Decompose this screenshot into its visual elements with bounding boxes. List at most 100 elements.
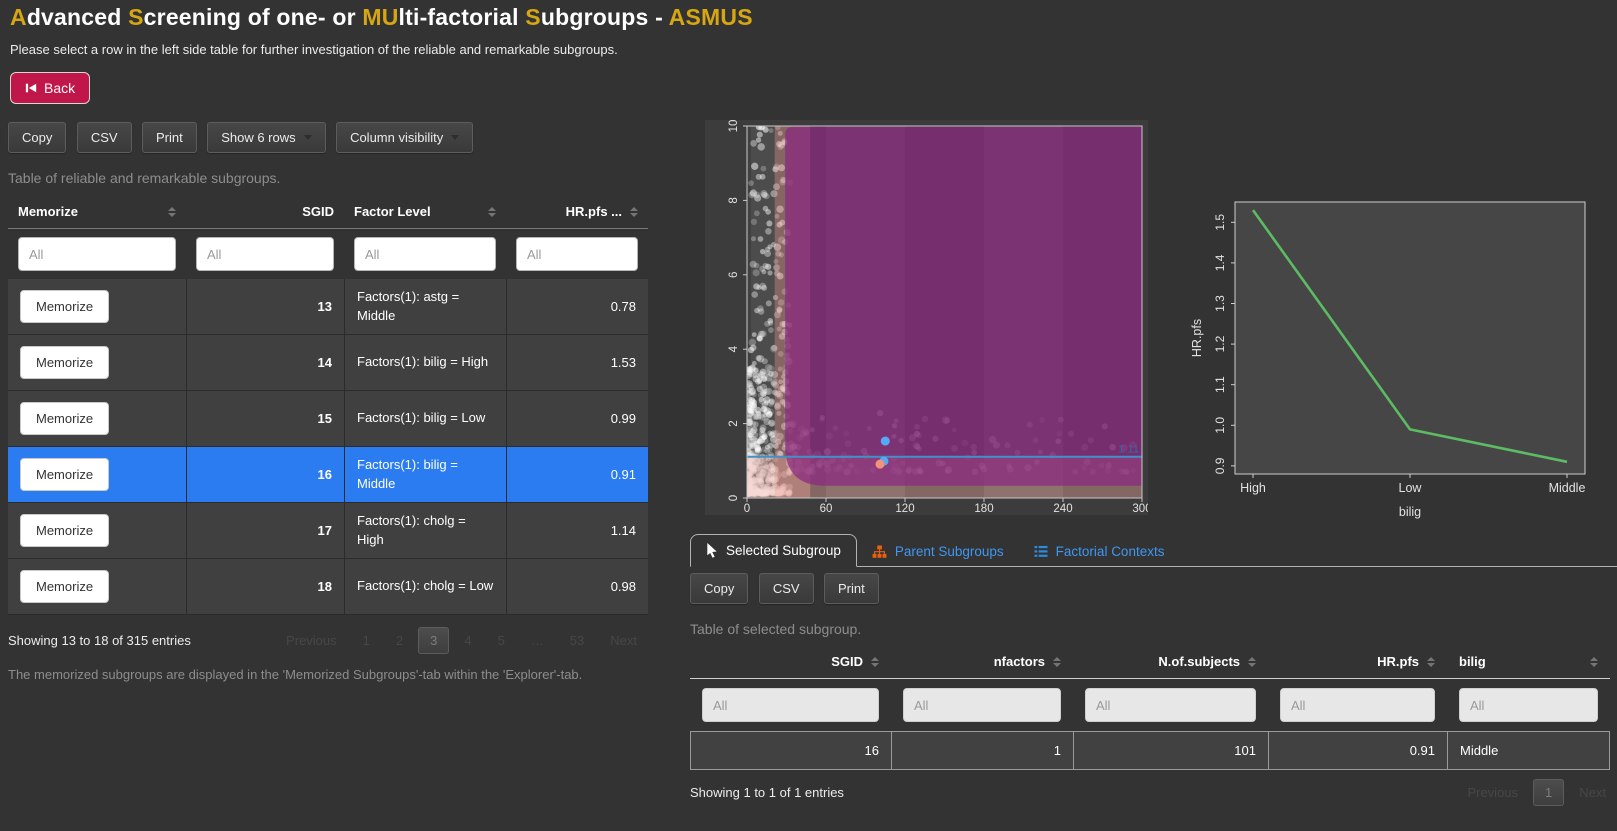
page-button[interactable]: Previous	[1456, 780, 1529, 805]
tab-selected-subgroup[interactable]: Selected Subgroup	[690, 534, 857, 567]
cursor-icon	[706, 543, 718, 558]
page-button[interactable]: 53	[559, 628, 595, 653]
svg-text:High: High	[1240, 481, 1266, 495]
back-button[interactable]: Back	[10, 72, 90, 104]
subgroup-table-panel: Copy CSV Print Show 6 rows Column visibi…	[8, 122, 648, 682]
page-button[interactable]: 2	[385, 628, 414, 653]
memorize-cell: Memorize	[8, 335, 186, 390]
column-header-bilig[interactable]: bilig	[1447, 645, 1610, 678]
table-footer: Showing 1 to 1 of 1 entries Previous1Nex…	[690, 779, 1617, 806]
title-segment: A	[10, 4, 27, 30]
column-header-memorize[interactable]: Memorize	[8, 195, 186, 228]
svg-text:1.5: 1.5	[1213, 214, 1227, 231]
scatter-plot-svg: 1.110601201802403000246810	[705, 120, 1148, 515]
table-row[interactable]: Memorize16Factors(1): bilig = Middle0.91	[8, 447, 648, 503]
subgroup-table: Memorize SGID Factor Level HR.pfs ... Me…	[8, 195, 648, 615]
show-rows-dropdown[interactable]: Show 6 rows	[207, 122, 325, 153]
selected-subgroup-table: SGID nfactors N.of.subjects HR.pfs bilig…	[690, 645, 1610, 770]
page-button[interactable]: 4	[453, 628, 482, 653]
title-segment: lti-factorial	[399, 4, 526, 30]
filter-hr-pfs-input[interactable]	[1280, 688, 1435, 722]
svg-text:HR.pfs: HR.pfs	[1190, 319, 1204, 357]
table-header-row: SGID nfactors N.of.subjects HR.pfs bilig	[690, 645, 1610, 679]
filter-sgid-input[interactable]	[702, 688, 879, 722]
svg-text:1.2: 1.2	[1213, 335, 1227, 352]
svg-text:300: 300	[1132, 503, 1148, 515]
page-button[interactable]: 1	[1533, 779, 1564, 806]
sort-icon	[1053, 657, 1061, 667]
column-header-n-of-subjects[interactable]: N.of.subjects	[1073, 645, 1268, 678]
memorize-button[interactable]: Memorize	[20, 402, 109, 435]
column-header-sgid[interactable]: SGID	[186, 195, 344, 228]
page-button[interactable]: Next	[1568, 780, 1617, 805]
table-row[interactable]: Memorize14Factors(1): bilig = High1.53	[8, 335, 648, 391]
column-header-sgid[interactable]: SGID	[690, 645, 891, 678]
page-button[interactable]: Next	[599, 628, 648, 653]
filter-n-of-subjects-input[interactable]	[1085, 688, 1256, 722]
title-segment: S	[128, 4, 144, 30]
hr-pfs-cell: 0.99	[506, 391, 648, 446]
memorize-cell: Memorize	[8, 503, 186, 558]
column-header-factor-level[interactable]: Factor Level	[344, 195, 506, 228]
svg-text:1.11: 1.11	[1118, 444, 1139, 456]
filter-factor-level-input[interactable]	[354, 237, 496, 271]
svg-text:1.1: 1.1	[1213, 376, 1227, 393]
table-row[interactable]: Memorize17Factors(1): cholg = High1.14	[8, 503, 648, 559]
print-button[interactable]: Print	[142, 122, 197, 153]
memorize-button[interactable]: Memorize	[20, 570, 109, 603]
table-caption: Table of reliable and remarkable subgrou…	[8, 170, 648, 186]
title-segment: creening of one- or	[144, 4, 363, 30]
selected-table-row[interactable]: 1611010.91Middle	[690, 731, 1610, 770]
sort-icon	[871, 657, 879, 667]
pagination: Previous1Next	[1456, 779, 1617, 806]
copy-button[interactable]: Copy	[690, 573, 748, 604]
page-button[interactable]: Previous	[275, 628, 348, 653]
column-header-hr-pfs[interactable]: HR.pfs	[1268, 645, 1447, 678]
step-backward-icon	[25, 82, 37, 94]
csv-button[interactable]: CSV	[77, 122, 132, 153]
copy-button[interactable]: Copy	[8, 122, 66, 153]
sort-icon	[488, 207, 496, 217]
title-segment: S	[525, 4, 541, 30]
hr-pfs-cell: 0.98	[506, 559, 648, 614]
memorize-button[interactable]: Memorize	[20, 346, 109, 379]
svg-text:bilig: bilig	[1399, 505, 1421, 519]
table-header-row: Memorize SGID Factor Level HR.pfs ...	[8, 195, 648, 229]
title-segment: MU	[362, 4, 398, 30]
svg-text:0: 0	[728, 495, 740, 501]
tab-parent-subgroups[interactable]: Parent Subgroups	[857, 536, 1019, 567]
filter-sgid-input[interactable]	[196, 237, 334, 271]
memorize-button[interactable]: Memorize	[20, 514, 109, 547]
table-row[interactable]: Memorize18Factors(1): cholg = Low0.98	[8, 559, 648, 615]
table-row[interactable]: Memorize15Factors(1): bilig = Low0.99	[8, 391, 648, 447]
scatter-plot[interactable]: 1.110601201802403000246810	[705, 120, 1148, 515]
column-header-hr-pfs[interactable]: HR.pfs ...	[506, 195, 648, 228]
column-header-nfactors[interactable]: nfactors	[891, 645, 1073, 678]
sort-icon	[1427, 657, 1435, 667]
csv-button[interactable]: CSV	[759, 573, 814, 604]
filter-nfactors-input[interactable]	[903, 688, 1061, 722]
filter-hr-pfs-input[interactable]	[516, 237, 638, 271]
cell: Middle	[1447, 732, 1610, 769]
sgid-cell: 15	[186, 391, 344, 446]
tab-factorial-contexts[interactable]: Factorial Contexts	[1019, 536, 1180, 567]
column-visibility-dropdown[interactable]: Column visibility	[336, 122, 473, 153]
page-subtitle: Please select a row in the left side tab…	[10, 42, 753, 57]
table-row[interactable]: Memorize13Factors(1): astg = Middle0.78	[8, 279, 648, 335]
table-filter-row	[8, 229, 648, 279]
print-button[interactable]: Print	[824, 573, 879, 604]
hr-pfs-cell: 0.78	[506, 279, 648, 334]
title-segment: ASMUS	[669, 4, 753, 30]
filter-memorize-input[interactable]	[18, 237, 176, 271]
memorize-button[interactable]: Memorize	[20, 290, 109, 323]
page-button[interactable]: 5	[487, 628, 516, 653]
page-button[interactable]: 3	[418, 627, 449, 654]
interaction-plot-svg: 0.91.01.11.21.31.41.5HighLowMiddlebiligH…	[1188, 192, 1600, 526]
memorize-button[interactable]: Memorize	[20, 458, 109, 491]
filter-bilig-input[interactable]	[1459, 688, 1598, 722]
page-button[interactable]: …	[520, 628, 555, 653]
svg-text:120: 120	[895, 503, 914, 515]
selected-table-toolbar: Copy CSV Print	[690, 573, 1617, 604]
page-button[interactable]: 1	[352, 628, 381, 653]
asmus-app: Advanced Screening of one- or MUlti-fact…	[0, 0, 1617, 831]
